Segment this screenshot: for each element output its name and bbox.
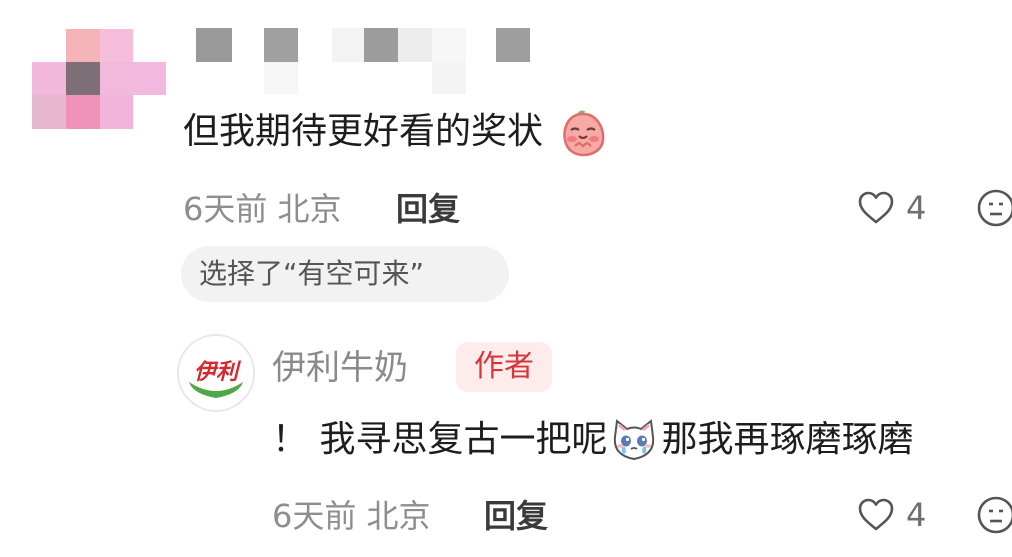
pixel-block (332, 28, 366, 62)
dislike-face-icon[interactable] (976, 188, 1012, 228)
author-avatar[interactable]: 伊利 (177, 334, 255, 412)
commenter-avatar-censored[interactable] (32, 29, 166, 129)
pixel-block (100, 62, 133, 95)
logo-text: 伊利 (194, 360, 242, 385)
heart-outline-icon (856, 188, 896, 228)
reply-text-before: ！ 我寻思复古一把呢 (272, 419, 608, 460)
pixel-block (32, 95, 66, 129)
reply-meta: 6天前 北京 (272, 497, 431, 535)
pixel-block (32, 62, 66, 95)
pixel-block (66, 95, 100, 129)
comment-meta: 6天前 北京 (183, 190, 342, 228)
comment-reply-button[interactable]: 回复 (396, 189, 460, 229)
pixel-block (496, 28, 530, 62)
pixel-block (432, 62, 466, 94)
comment-like-count: 4 (906, 189, 927, 227)
pixel-block (364, 28, 398, 62)
reply-like-button[interactable]: 4 (856, 495, 926, 535)
pixel-block (196, 28, 232, 62)
pixel-block (264, 62, 298, 94)
reply-text-after: 那我再琢磨琢磨 (661, 419, 914, 460)
choice-chip[interactable]: 选择了“有空可来” (181, 246, 509, 302)
pixel-block (66, 62, 100, 95)
reply-reply-button[interactable]: 回复 (484, 496, 548, 536)
pixel-block (100, 95, 133, 129)
comment-body: 但我期待更好看的奖状 (183, 111, 544, 152)
comment-text: 但我期待更好看的奖状 (183, 106, 609, 158)
pixel-block (432, 28, 466, 62)
commenter-name-censored[interactable] (196, 28, 536, 100)
heart-outline-icon (856, 495, 896, 535)
pixel-block (133, 62, 166, 95)
author-name[interactable]: 伊利牛奶 (272, 346, 408, 390)
dislike-face-icon[interactable] (976, 495, 1012, 535)
pixel-block (100, 29, 133, 62)
crying-cat-emoji-icon (609, 415, 659, 465)
author-badge: 作者 (456, 342, 552, 392)
peach-pleading-emoji-icon (557, 106, 609, 158)
pixel-block (264, 28, 298, 62)
pixel-block (66, 29, 100, 62)
reply-like-count: 4 (906, 496, 927, 534)
pixel-block (398, 28, 432, 62)
yili-logo: 伊利 (189, 360, 243, 398)
comment-like-button[interactable]: 4 (856, 188, 926, 228)
author-reply-text: ！ 我寻思复古一把呢 那我再琢磨琢磨 (272, 414, 913, 466)
